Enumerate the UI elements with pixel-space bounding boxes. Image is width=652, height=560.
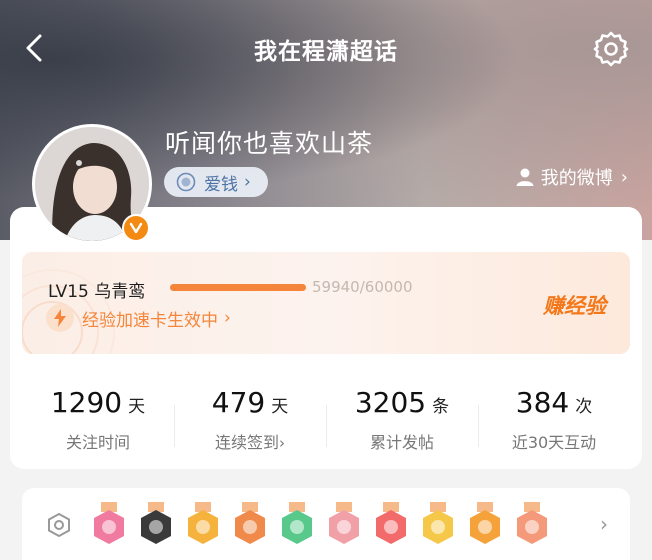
stat-unit: 天 bbox=[271, 397, 289, 417]
chevron-right-icon: › bbox=[279, 434, 285, 452]
level-panel[interactable]: LV15 乌青鸾 59940/60000 经验加速卡生效中 › 赚经验 bbox=[22, 252, 630, 354]
badge-shield-icon bbox=[48, 512, 70, 538]
exp-boost-link[interactable]: 经验加速卡生效中 › bbox=[46, 304, 231, 332]
stat-total-posts: 3205 条 累计发帖 bbox=[326, 383, 478, 463]
stat-checkin-streak[interactable]: 479 天 连续签到› bbox=[174, 383, 326, 463]
level-progress-fill bbox=[170, 284, 306, 291]
gear-icon[interactable] bbox=[592, 30, 630, 68]
heart-badge-icon bbox=[376, 502, 406, 544]
lightning-icon bbox=[46, 304, 74, 332]
level-progress-text: 59940/60000 bbox=[312, 278, 413, 296]
stat-unit: 条 bbox=[432, 397, 450, 417]
badge-strip[interactable]: › bbox=[22, 488, 630, 560]
chevron-right-icon: › bbox=[224, 308, 231, 328]
fan-tag-label: 爱钱 bbox=[204, 174, 238, 195]
level-progress-bar bbox=[170, 284, 306, 291]
chevron-right-icon[interactable]: › bbox=[600, 512, 608, 536]
stat-label: 连续签到 bbox=[214, 433, 279, 452]
stats-row: 1290 天 关注时间 479 天 连续签到› 3205 条 累计发帖 384 次 近3… bbox=[22, 383, 630, 463]
level-label: LV15 乌青鸾 bbox=[48, 282, 146, 302]
verified-v-badge-icon bbox=[122, 214, 150, 242]
stat-recent-interactions: 384 次 近30天互动 bbox=[478, 383, 630, 463]
lv15-badge-icon bbox=[94, 502, 124, 544]
trophy-badge-icon bbox=[470, 502, 500, 544]
100days-badge-icon bbox=[329, 502, 359, 544]
stat-value: 1290 bbox=[50, 386, 123, 419]
chevron-right-icon: › bbox=[244, 172, 251, 192]
exp-boost-label: 经验加速卡生效中 bbox=[82, 310, 218, 331]
earn-exp-button[interactable]: 赚经验 bbox=[543, 290, 606, 320]
my-weibo-label: 我的微博 bbox=[540, 168, 613, 189]
crown-badge-icon bbox=[188, 502, 218, 544]
lion-badge-icon bbox=[141, 502, 171, 544]
tag-badge-icon bbox=[176, 172, 196, 192]
fan-tag[interactable]: 爱钱 › bbox=[164, 167, 268, 197]
page-title: 我在程潇超话 bbox=[254, 39, 398, 65]
stat-value: 479 bbox=[211, 386, 266, 419]
stat-follow-time: 1290 天 关注时间 bbox=[22, 383, 174, 463]
stat-value: 384 bbox=[515, 386, 570, 419]
my-weibo-link[interactable]: 我的微博 › bbox=[515, 164, 628, 190]
stat-label: 关注时间 bbox=[65, 433, 130, 452]
stat-unit: 次 bbox=[575, 397, 593, 417]
stat-label: 近30天互动 bbox=[511, 433, 597, 452]
chevron-right-icon: › bbox=[620, 166, 628, 188]
stat-value: 3205 bbox=[354, 386, 427, 419]
stat-unit: 天 bbox=[128, 397, 146, 417]
hands-badge-icon bbox=[282, 502, 312, 544]
person-icon bbox=[516, 168, 534, 186]
stat-label: 累计发帖 bbox=[369, 433, 434, 452]
30days-badge-icon bbox=[423, 502, 453, 544]
gift-badge-icon bbox=[517, 502, 547, 544]
pet-badge-icon bbox=[235, 502, 265, 544]
username: 听闻你也喜欢山茶 bbox=[165, 129, 374, 158]
